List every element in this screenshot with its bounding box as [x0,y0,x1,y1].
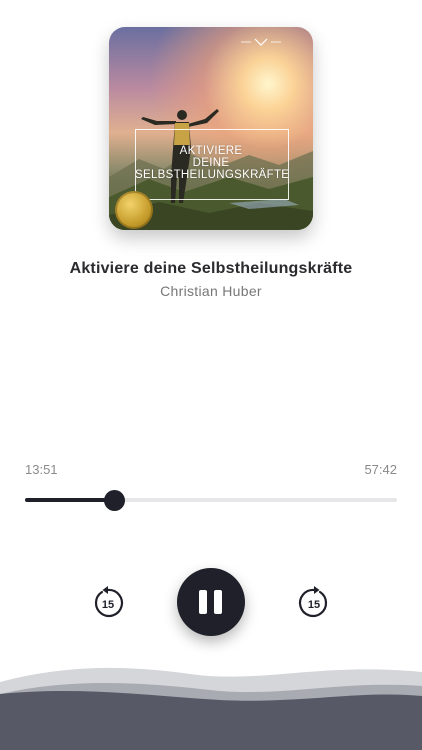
album-cover: AKTIVIERE DEINE SELBSTHEILUNGSKRÄFTE [109,27,313,230]
track-title: Aktiviere deine Selbstheilungskräfte [69,260,353,277]
award-badge-icon [115,191,153,229]
cover-title-line: AKTIVIERE [179,145,243,157]
pause-icon [199,590,207,614]
rewind-arrow-icon [102,586,108,594]
progress-fill [25,498,115,502]
cover-logo-icon [241,38,281,46]
forward-15-button[interactable]: 15 [297,585,331,621]
total-time: 57:42 [364,462,397,477]
cover-title-line: SELBSTHEILUNGSKRÄFTE [135,169,290,181]
forward-seconds-label: 15 [308,599,320,611]
rewind-seconds-label: 15 [102,599,114,611]
forward-arrow-icon [314,586,320,594]
cover-title: AKTIVIERE DEINE SELBSTHEILUNGSKRÄFTE [135,145,290,181]
elapsed-time: 13:51 [25,462,58,477]
track-author: Christian Huber [160,283,262,299]
rewind-15-button[interactable]: 15 [91,585,125,621]
pause-icon [214,590,222,614]
pause-button[interactable] [177,568,245,636]
cover-title-line: DEINE [192,157,230,169]
progress-thumb[interactable] [103,490,125,511]
decorative-waves [0,667,422,750]
